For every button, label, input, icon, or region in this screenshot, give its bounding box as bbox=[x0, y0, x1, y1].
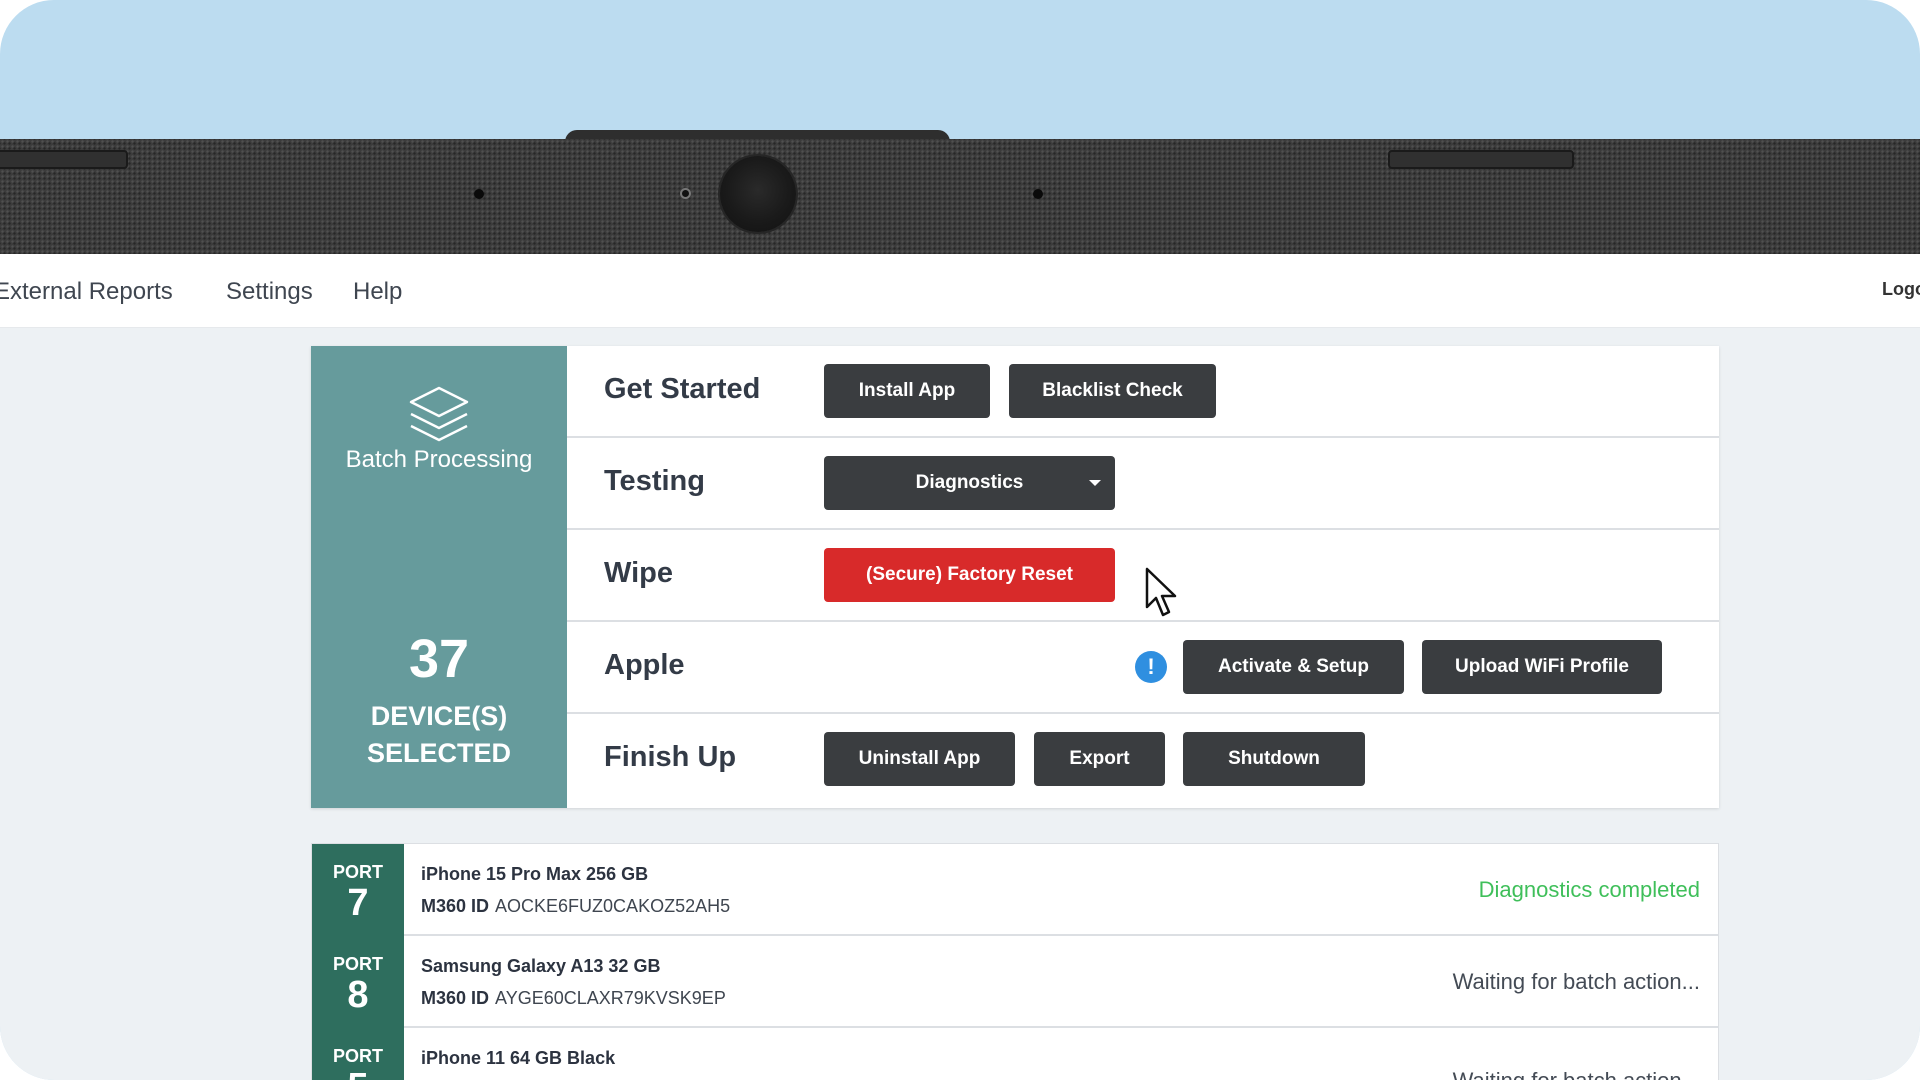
device-status: Waiting for batch action... bbox=[1452, 969, 1700, 994]
layers-icon bbox=[409, 386, 469, 442]
row-apple: Apple ! Activate & Setup Upload WiFi Pro… bbox=[567, 622, 1719, 714]
device-name: Samsung Galaxy A13 32 GB bbox=[421, 956, 661, 976]
sensor-dot bbox=[474, 189, 484, 199]
mouse-pointer-icon bbox=[1145, 567, 1177, 617]
batch-processing-panel: Batch Processing 37 DEVICE(S) SELECTED G… bbox=[311, 346, 1719, 808]
row-label-testing: Testing bbox=[604, 465, 705, 497]
device-list: PORT 7 iPhone 15 Pro Max 256 GB M360 ID A… bbox=[311, 843, 1719, 1080]
blacklist-check-button[interactable]: Blacklist Check bbox=[1009, 364, 1216, 418]
export-button[interactable]: Export bbox=[1034, 732, 1165, 786]
shutdown-button[interactable]: Shutdown bbox=[1183, 732, 1365, 786]
port-number: 8 bbox=[347, 974, 369, 1016]
port-label: PORT bbox=[332, 954, 383, 974]
install-app-button[interactable]: Install App bbox=[824, 364, 990, 418]
info-icon[interactable]: ! bbox=[1135, 651, 1167, 683]
camera-lens bbox=[720, 156, 796, 232]
upload-wifi-profile-button[interactable]: Upload WiFi Profile bbox=[1422, 640, 1662, 694]
port-badge: PORT 5 bbox=[312, 1028, 404, 1080]
sensor-ring bbox=[680, 188, 691, 199]
device-status: Waiting for batch action... bbox=[1453, 1068, 1700, 1080]
sensor-dot bbox=[1033, 189, 1043, 199]
screen-frame: External Reports Settings Help Logout Ba… bbox=[0, 0, 1920, 1080]
device-id-prefix: M360 ID bbox=[421, 896, 490, 916]
device-id-prefix: M360 ID bbox=[421, 988, 490, 1008]
port-badge: PORT 8 bbox=[312, 936, 404, 1028]
laptop-bezel bbox=[0, 139, 1920, 254]
speaker-slot-left bbox=[0, 150, 128, 169]
row-label-finish-up: Finish Up bbox=[604, 741, 737, 773]
row-label-apple: Apple bbox=[604, 649, 685, 681]
diagnostics-dropdown[interactable]: Diagnostics bbox=[824, 456, 1115, 510]
port-label: PORT bbox=[332, 862, 383, 882]
device-status: Diagnostics completed bbox=[1478, 877, 1700, 902]
port-label: PORT bbox=[332, 1046, 383, 1066]
logout-button[interactable]: Logout bbox=[1870, 276, 1920, 302]
row-finish-up: Finish Up Uninstall App Export Shutdown bbox=[567, 714, 1719, 808]
device-id: M360 ID AYGE60CLAXR79KVSK9EP bbox=[421, 988, 726, 1009]
nav-settings[interactable]: Settings bbox=[226, 278, 313, 306]
row-label-wipe: Wipe bbox=[604, 557, 674, 589]
uninstall-app-button[interactable]: Uninstall App bbox=[824, 732, 1015, 786]
device-id: M360 ID AOCKE6FUZ0CAKOZ52AH5 bbox=[421, 896, 730, 917]
batch-summary: Batch Processing 37 DEVICE(S) SELECTED bbox=[311, 346, 567, 808]
row-testing: Testing Diagnostics bbox=[567, 438, 1719, 530]
selected-device-label: DEVICE(S) SELECTED bbox=[311, 698, 567, 772]
port-number: 7 bbox=[347, 882, 369, 924]
nav-external-reports[interactable]: External Reports bbox=[0, 278, 173, 306]
speaker-slot-right bbox=[1388, 150, 1574, 169]
row-wipe: Wipe (Secure) Factory Reset bbox=[567, 530, 1719, 622]
caret-down-icon bbox=[1089, 480, 1101, 486]
row-get-started: Get Started Install App Blacklist Check bbox=[567, 346, 1719, 438]
device-id-value: AOCKE6FUZ0CAKOZ52AH5 bbox=[495, 896, 731, 916]
logout-label: Logout bbox=[1882, 278, 1920, 299]
batch-title: Batch Processing bbox=[345, 446, 533, 473]
row-label-get-started: Get Started bbox=[604, 373, 761, 405]
device-name: iPhone 11 64 GB Black bbox=[421, 1048, 616, 1068]
device-row[interactable]: PORT 7 iPhone 15 Pro Max 256 GB M360 ID A… bbox=[312, 844, 1718, 936]
device-name: iPhone 15 Pro Max 256 GB bbox=[421, 864, 649, 884]
top-navbar: External Reports Settings Help Logout bbox=[0, 254, 1920, 328]
selected-label-line2: SELECTED bbox=[366, 738, 512, 768]
factory-reset-button[interactable]: (Secure) Factory Reset bbox=[824, 548, 1115, 602]
device-id-value: AYGE60CLAXR79KVSK9EP bbox=[495, 988, 726, 1008]
port-number: 5 bbox=[312, 1066, 404, 1080]
selected-label-line1: DEVICE(S) bbox=[370, 701, 508, 731]
selected-device-count: 37 bbox=[408, 629, 470, 689]
nav-help[interactable]: Help bbox=[353, 278, 402, 306]
port-badge: PORT 7 bbox=[312, 844, 404, 936]
diagnostics-label: Diagnostics bbox=[915, 472, 1024, 493]
activate-setup-button[interactable]: Activate & Setup bbox=[1183, 640, 1404, 694]
device-row[interactable]: PORT 8 Samsung Galaxy A13 32 GB M360 ID A… bbox=[312, 936, 1718, 1028]
device-row[interactable]: PORT 5 iPhone 11 64 GB Black Waiting for… bbox=[312, 1028, 1718, 1080]
